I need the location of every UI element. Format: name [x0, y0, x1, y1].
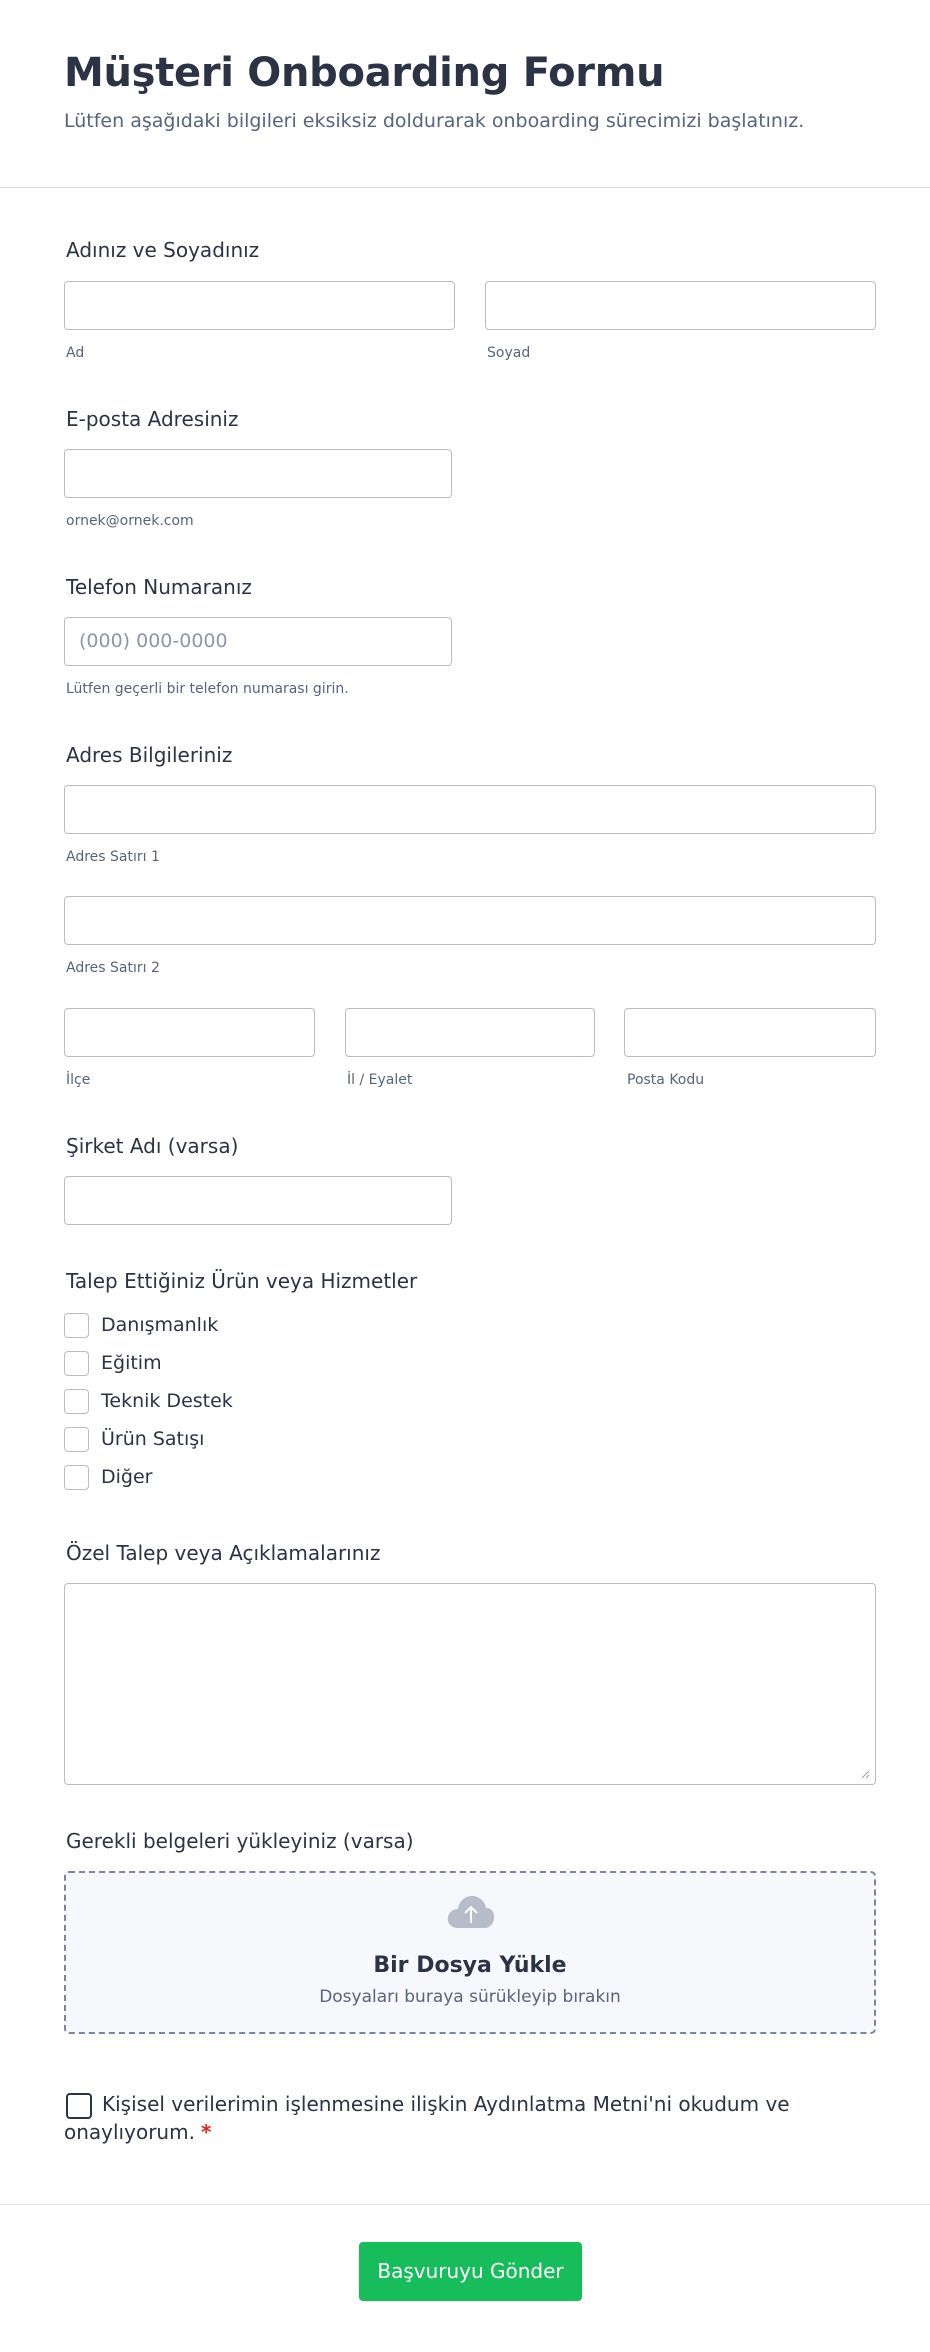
checkbox-label: Ürün Satışı [101, 1428, 205, 1450]
service-option-tech-support[interactable]: Teknik Destek [64, 1389, 364, 1415]
form-header: Müşteri Onboarding Formu Lütfen aşağıdak… [0, 0, 930, 188]
address-line2-sublabel: Adres Satırı 2 [66, 960, 160, 976]
last-name-input[interactable] [485, 281, 876, 330]
service-option-other[interactable]: Diğer [64, 1465, 364, 1491]
postal-code-sublabel: Posta Kodu [627, 1072, 705, 1088]
consent-text-line2: onaylıyorum. * [64, 2120, 211, 2144]
service-option-training[interactable]: Eğitim [64, 1351, 364, 1377]
service-option-product-sales[interactable]: Ürün Satışı [64, 1427, 364, 1453]
address-line1-input[interactable] [64, 785, 876, 834]
cloud-upload-icon [447, 1896, 495, 1928]
city-sublabel: İl / Eyalet [347, 1072, 413, 1088]
address-line1-sublabel: Adres Satırı 1 [66, 849, 160, 865]
name-label: Adınız ve Soyadınız [66, 238, 260, 262]
company-label: Şirket Adı (varsa) [66, 1134, 239, 1158]
consent-text-line1: Kişisel verilerimin işlenmesine ilişkin … [102, 2092, 790, 2116]
postal-code-input[interactable] [624, 1008, 876, 1057]
submit-button[interactable]: Başvuruyu Gönder [359, 2242, 582, 2301]
email-input[interactable] [64, 449, 452, 498]
upload-title: Bir Dosya Yükle [373, 1953, 567, 1978]
city-input[interactable] [345, 1008, 595, 1057]
first-name-input[interactable] [64, 281, 455, 330]
address-line2-input[interactable] [64, 896, 876, 945]
footer-divider [0, 2204, 930, 2205]
district-sublabel: İlçe [66, 1072, 91, 1088]
service-option-consulting[interactable]: Danışmanlık [64, 1313, 364, 1339]
upload-subtitle: Dosyaları buraya sürükleyip bırakın [319, 1987, 621, 2007]
checkbox-label: Diğer [101, 1466, 153, 1488]
phone-sublabel: Lütfen geçerli bir telefon numarası giri… [66, 681, 349, 697]
checkbox[interactable] [64, 1427, 89, 1452]
checkbox-label: Eğitim [101, 1352, 162, 1374]
consent-text-line2-content: onaylıyorum. [64, 2120, 195, 2144]
email-label: E-posta Adresiniz [66, 407, 239, 431]
checkbox-label: Teknik Destek [101, 1390, 233, 1412]
resize-grip-icon[interactable] [860, 1769, 870, 1779]
checkbox[interactable] [64, 1465, 89, 1490]
notes-textarea[interactable] [64, 1583, 876, 1785]
checkbox-label: Danışmanlık [101, 1314, 219, 1336]
form-title: Müşteri Onboarding Formu [64, 50, 665, 96]
services-label: Talep Ettiğiniz Ürün veya Hizmetler [66, 1269, 418, 1293]
checkbox[interactable] [64, 1351, 89, 1376]
notes-label: Özel Talep veya Açıklamalarınız [66, 1541, 381, 1565]
first-name-sublabel: Ad [66, 345, 85, 361]
form-subtitle: Lütfen aşağıdaki bilgileri eksiksiz dold… [64, 110, 805, 132]
checkbox[interactable] [64, 1313, 89, 1338]
company-input[interactable] [64, 1176, 452, 1225]
last-name-sublabel: Soyad [487, 345, 531, 361]
address-label: Adres Bilgileriniz [66, 743, 233, 767]
phone-input[interactable]: (000) 000-0000 [64, 617, 452, 666]
district-input[interactable] [64, 1008, 315, 1057]
consent-checkbox[interactable] [66, 2093, 92, 2119]
phone-label: Telefon Numaranız [66, 575, 252, 599]
required-marker: * [200, 2120, 212, 2144]
upload-label: Gerekli belgeleri yükleyiniz (varsa) [66, 1829, 414, 1853]
file-upload-dropzone[interactable]: Bir Dosya Yükle Dosyaları buraya sürükle… [64, 1871, 876, 2034]
email-sublabel: ornek@ornek.com [66, 513, 194, 529]
phone-placeholder: (000) 000-0000 [79, 630, 228, 652]
checkbox[interactable] [64, 1389, 89, 1414]
